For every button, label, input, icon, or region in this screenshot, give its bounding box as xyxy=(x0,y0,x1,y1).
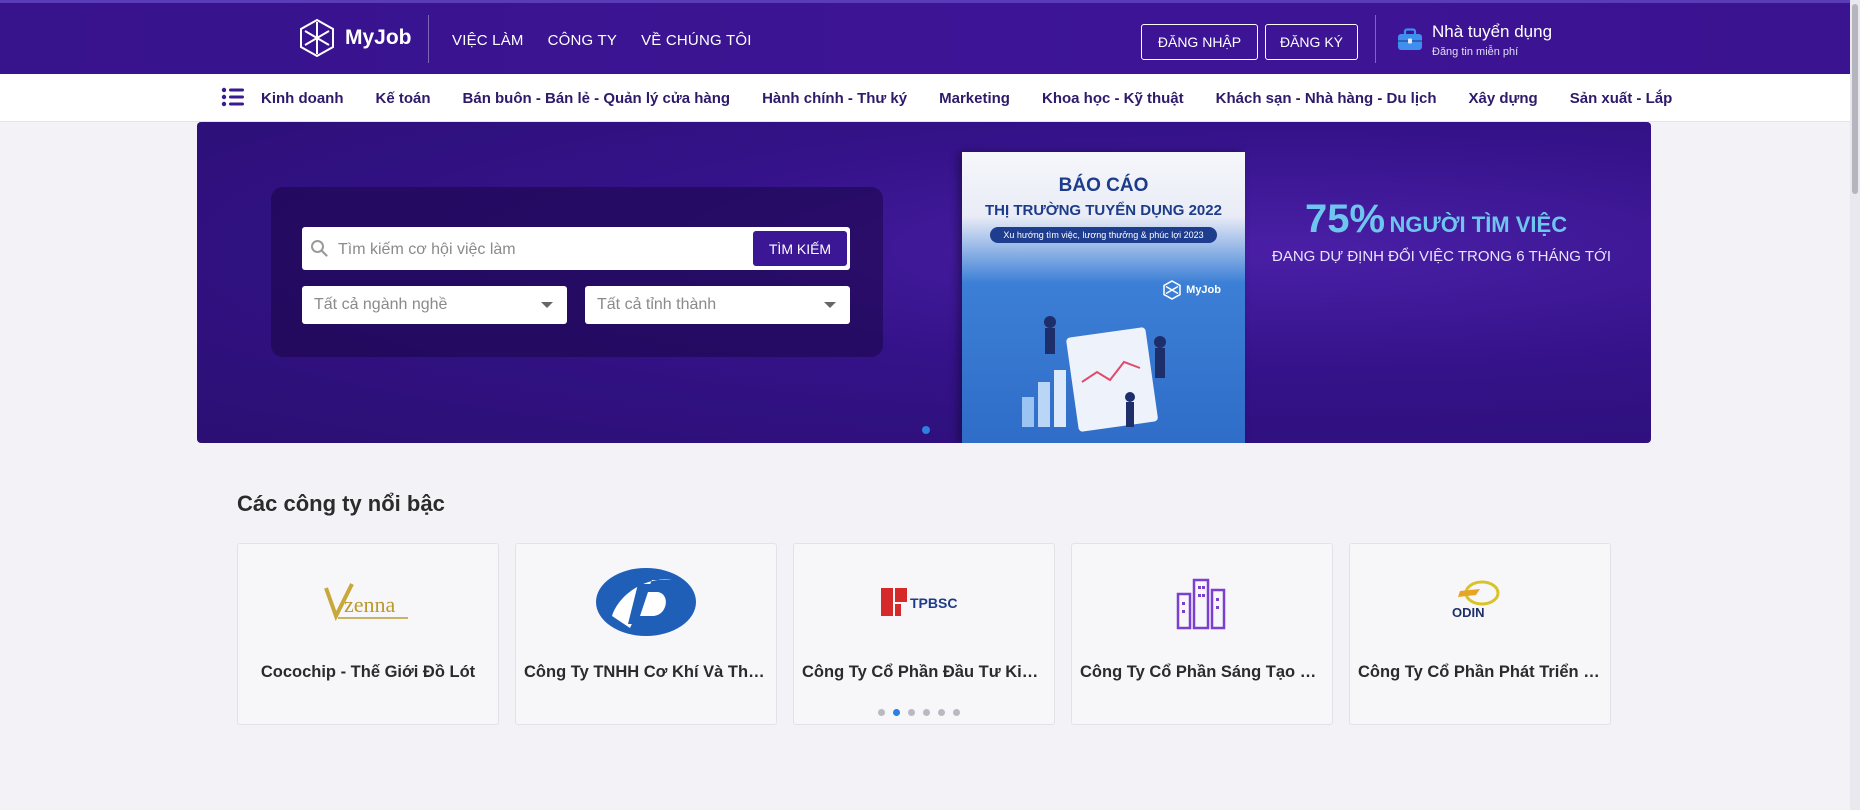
nav-about[interactable]: VỀ CHÚNG TÔI xyxy=(641,32,751,49)
report-cover[interactable]: BÁO CÁO THỊ TRƯỜNG TUYỂN DỤNG 2022 Xu hư… xyxy=(962,152,1245,443)
industry-select-value: Tất cả ngành nghề xyxy=(314,296,448,313)
search-box: TÌM KIẾM xyxy=(302,227,850,272)
category-item[interactable]: Marketing xyxy=(939,90,1010,107)
report-logo: MyJob xyxy=(1162,280,1221,300)
pager-dot[interactable] xyxy=(893,709,900,716)
employer-subtitle: Đăng tin miễn phí xyxy=(1432,46,1519,58)
employer-title: Nhà tuyển dụng xyxy=(1432,22,1553,41)
briefcase-icon xyxy=(1398,28,1422,50)
category-item[interactable]: Khách sạn - Nhà hàng - Du lịch xyxy=(1216,90,1437,107)
company-card[interactable]: ODIN Công Ty Cổ Phần Phát Triển Giáo Dục xyxy=(1349,543,1611,725)
company-logo xyxy=(516,562,776,642)
header-divider xyxy=(428,15,429,63)
category-bar: Kinh doanh Kế toán Bán buôn - Bán lẻ - Q… xyxy=(0,74,1860,122)
report-title: BÁO CÁO xyxy=(1058,175,1149,196)
top-header: MyJob VIỆC LÀM CÔNG TY VỀ CHÚNG TÔI ĐĂNG… xyxy=(0,0,1860,74)
stat-subtext: ĐANG DỰ ĐỊNH ĐỔI VIỆC TRONG 6 THÁNG TỚI xyxy=(1272,248,1612,265)
carousel-dot[interactable] xyxy=(922,426,930,434)
province-select-value: Tất cả tỉnh thành xyxy=(597,296,717,313)
scrollbar-thumb[interactable] xyxy=(1852,4,1858,194)
zenna-logo: zenna xyxy=(324,583,408,622)
company-name: Công Ty Cổ Phần Sáng Tạo Việt xyxy=(1080,663,1324,681)
company-card[interactable]: zenna Cocochip - Thế Giới Đồ Lót xyxy=(237,543,499,725)
company-logo: TPBSC xyxy=(794,562,1054,642)
stat-headline: 75% NGƯỜI TÌM VIỆC xyxy=(1305,197,1567,242)
logo-text: MyJob xyxy=(345,26,412,49)
menu-icon[interactable] xyxy=(221,86,245,108)
category-item[interactable]: Bán buôn - Bán lẻ - Quản lý cửa hàng xyxy=(463,90,731,107)
company-card[interactable]: Công Ty Cổ Phần Sáng Tạo Việt xyxy=(1071,543,1333,725)
stat-text: NGƯỜI TÌM VIỆC xyxy=(1389,212,1568,237)
employer-text: Nhà tuyển dụng Đăng tin miễn phí xyxy=(1432,22,1552,58)
category-item[interactable]: Khoa học - Kỹ thuật xyxy=(1042,90,1184,107)
company-list: zenna Cocochip - Thế Giới Đồ Lót Công Ty… xyxy=(237,543,1611,725)
province-select[interactable]: Tất cả tỉnh thành xyxy=(585,286,850,324)
report-subtitle: THỊ TRƯỜNG TUYỂN DỤNG 2022 xyxy=(985,202,1222,219)
buildings-logo xyxy=(1176,578,1226,630)
myjob-logo-icon xyxy=(1163,280,1181,300)
category-item[interactable]: Xây dựng xyxy=(1469,90,1538,107)
category-list: Kinh doanh Kế toán Bán buôn - Bán lẻ - Q… xyxy=(261,74,1673,121)
company-logo: zenna xyxy=(238,562,498,642)
industry-select[interactable]: Tất cả ngành nghề xyxy=(302,286,567,324)
d-logo xyxy=(596,568,696,636)
company-name: Công Ty Cổ Phần Đầu Tư Kinh Doanh xyxy=(802,663,1046,681)
pager-dot[interactable] xyxy=(953,709,960,716)
chevron-down-icon xyxy=(541,302,553,308)
tpbsc-logo-text: TPBSC xyxy=(910,595,957,611)
section-title: Các công ty nổi bậc xyxy=(237,491,445,516)
page-scrollbar[interactable] xyxy=(1850,0,1860,810)
pager-dot[interactable] xyxy=(908,709,915,716)
header-divider-right xyxy=(1375,15,1376,63)
site-logo[interactable]: MyJob xyxy=(297,18,412,58)
search-icon xyxy=(311,240,328,257)
search-input[interactable] xyxy=(336,227,740,272)
company-name: Công Ty TNHH Cơ Khí Và Thương Mại xyxy=(524,663,768,681)
category-item[interactable]: Kinh doanh xyxy=(261,90,344,107)
pager-dot[interactable] xyxy=(923,709,930,716)
zenna-logo-text: zenna xyxy=(344,592,396,617)
company-pager xyxy=(878,709,960,716)
company-card[interactable]: TPBSC Công Ty Cổ Phần Đầu Tư Kinh Doanh xyxy=(793,543,1055,725)
register-button[interactable]: ĐĂNG KÝ xyxy=(1265,24,1358,60)
myjob-logo-icon xyxy=(300,18,334,58)
report-illustration xyxy=(1022,316,1166,432)
odin-logo: ODIN xyxy=(1452,580,1500,620)
chevron-down-icon xyxy=(824,302,836,308)
main-nav: VIỆC LÀM CÔNG TY VỀ CHÚNG TÔI xyxy=(452,3,752,77)
category-item[interactable]: Kế toán xyxy=(376,90,431,107)
odin-logo-text: ODIN xyxy=(1452,605,1485,620)
category-item[interactable]: Hành chính - Thư ký xyxy=(762,90,907,107)
company-logo xyxy=(1072,562,1332,642)
employer-link[interactable]: Nhà tuyển dụng Đăng tin miễn phí xyxy=(1397,22,1552,58)
search-panel: TÌM KIẾM Tất cả ngành nghề Tất cả tỉnh t… xyxy=(271,187,883,357)
nav-jobs[interactable]: VIỆC LÀM xyxy=(452,32,524,49)
nav-companies[interactable]: CÔNG TY xyxy=(548,32,617,49)
login-button[interactable]: ĐĂNG NHẬP xyxy=(1141,24,1258,60)
company-name: Công Ty Cổ Phần Phát Triển Giáo Dục xyxy=(1358,663,1602,681)
tpbsc-logo: TPBSC xyxy=(881,588,957,616)
report-tagline: Xu hướng tìm việc, lương thưởng & phúc l… xyxy=(990,227,1217,243)
search-button[interactable]: TÌM KIẾM xyxy=(753,231,847,266)
pager-dot[interactable] xyxy=(878,709,885,716)
stat-percent: 75% xyxy=(1305,197,1386,241)
company-logo: ODIN xyxy=(1350,562,1610,642)
company-card[interactable]: Công Ty TNHH Cơ Khí Và Thương Mại xyxy=(515,543,777,725)
pager-dot[interactable] xyxy=(938,709,945,716)
company-name: Cocochip - Thế Giới Đồ Lót xyxy=(260,663,476,681)
hero-banner: TÌM KIẾM Tất cả ngành nghề Tất cả tỉnh t… xyxy=(197,122,1651,443)
report-logo-text: MyJob xyxy=(1186,284,1221,296)
category-item[interactable]: Sản xuất - Lắp xyxy=(1570,90,1673,107)
